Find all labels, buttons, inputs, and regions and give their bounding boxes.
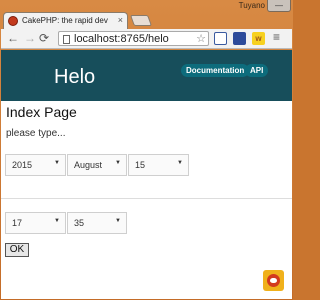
minute-value: 35 [74, 218, 85, 228]
day-select[interactable]: 15 ▼ [128, 154, 189, 176]
month-select[interactable]: August ▼ [67, 154, 127, 176]
minimize-icon[interactable]: — [275, 1, 283, 10]
reload-icon[interactable]: ⟳ [39, 31, 49, 45]
extension-screen-icon[interactable] [233, 32, 246, 45]
day-value: 15 [135, 160, 146, 170]
tab-title: CakePHP: the rapid dev [22, 16, 108, 25]
year-select[interactable]: 2015 ▼ [5, 154, 66, 176]
extension-w-icon[interactable]: w [252, 32, 265, 45]
bookmark-star-icon[interactable]: ☆ [196, 32, 206, 45]
cake-shape [270, 278, 277, 283]
chevron-down-icon: ▼ [54, 160, 60, 166]
browser-window: Tuyano — CakePHP: the rapid dev × ← → ⟳ … [0, 0, 293, 300]
window-controls[interactable]: — [267, 0, 291, 12]
site-brand[interactable]: Helo [54, 66, 95, 89]
extension-mail-icon[interactable] [214, 32, 227, 45]
month-value: August [74, 160, 103, 170]
forward-icon[interactable]: → [24, 31, 36, 45]
chevron-down-icon: ▼ [115, 160, 121, 166]
tab-cakephp[interactable]: CakePHP: the rapid dev × [3, 12, 128, 29]
browser-toolbar: ← → ⟳ localhost:8765/helo ☆ w ≡ [1, 29, 292, 49]
chevron-down-icon: ▼ [177, 160, 183, 166]
new-tab-button[interactable] [129, 15, 153, 26]
api-link[interactable]: API [245, 64, 269, 77]
hour-select[interactable]: 17 ▼ [5, 212, 66, 234]
page-icon [63, 35, 70, 44]
page-instructions: please type... [6, 128, 66, 139]
cakephp-icon[interactable] [263, 270, 284, 291]
documentation-link[interactable]: Documentation [181, 64, 250, 77]
back-icon[interactable]: ← [7, 31, 19, 45]
profile-name[interactable]: Tuyano [239, 1, 265, 10]
chevron-down-icon: ▼ [115, 218, 121, 224]
close-tab-icon[interactable]: × [118, 15, 123, 25]
minute-select[interactable]: 35 ▼ [67, 212, 127, 234]
page-title: Index Page [6, 104, 77, 120]
cakephp-favicon-icon [8, 16, 18, 26]
url-text[interactable]: localhost:8765/helo [74, 33, 169, 45]
address-bar[interactable]: localhost:8765/helo ☆ [58, 31, 209, 46]
hour-value: 17 [12, 218, 23, 228]
divider [1, 198, 292, 199]
year-value: 2015 [12, 160, 33, 170]
chevron-down-icon: ▼ [54, 218, 60, 224]
page-viewport: Helo Documentation API Index Page please… [1, 50, 292, 299]
site-header: Helo Documentation API [1, 50, 292, 101]
ok-button[interactable]: OK [5, 243, 29, 257]
menu-icon[interactable]: ≡ [273, 30, 280, 44]
